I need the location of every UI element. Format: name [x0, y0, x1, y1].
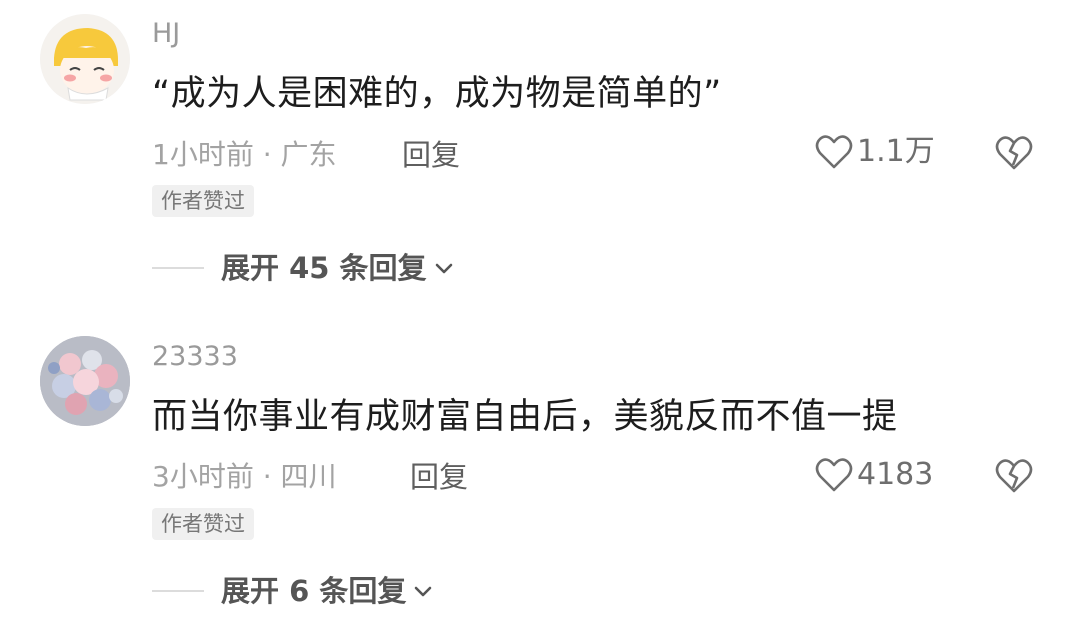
like-count: 4183: [857, 457, 934, 492]
user-avatar[interactable]: [40, 336, 130, 426]
dislike-button[interactable]: [994, 458, 1034, 498]
flower-bouquet-avatar-icon: [40, 336, 130, 426]
chevron-down-icon: [415, 586, 432, 597]
comment-item: 23333 而当你事业有成财富自由后，美貌反而不值一提 3小时前 · 四川 回复…: [0, 0, 1076, 628]
expand-replies-label: 展开 6 条回复: [221, 574, 407, 608]
divider-line: [152, 590, 204, 592]
expand-replies-button[interactable]: 展开 6 条回复: [152, 573, 434, 609]
author-liked-badge: 作者赞过: [152, 508, 254, 540]
reply-button[interactable]: 回复: [410, 459, 468, 495]
comment-text: 而当你事业有成财富自由后，美貌反而不值一提: [152, 397, 898, 437]
username[interactable]: 23333: [152, 340, 238, 374]
comment-meta: 3小时前 · 四川: [152, 460, 337, 493]
like-button[interactable]: 4183: [815, 457, 933, 493]
heart-icon: [815, 458, 853, 492]
broken-heart-icon: [995, 459, 1033, 493]
comment-list: HJ “成为人是困难的，成为物是简单的” 1小时前 · 广东 回复 1.1万 作…: [0, 0, 1076, 628]
